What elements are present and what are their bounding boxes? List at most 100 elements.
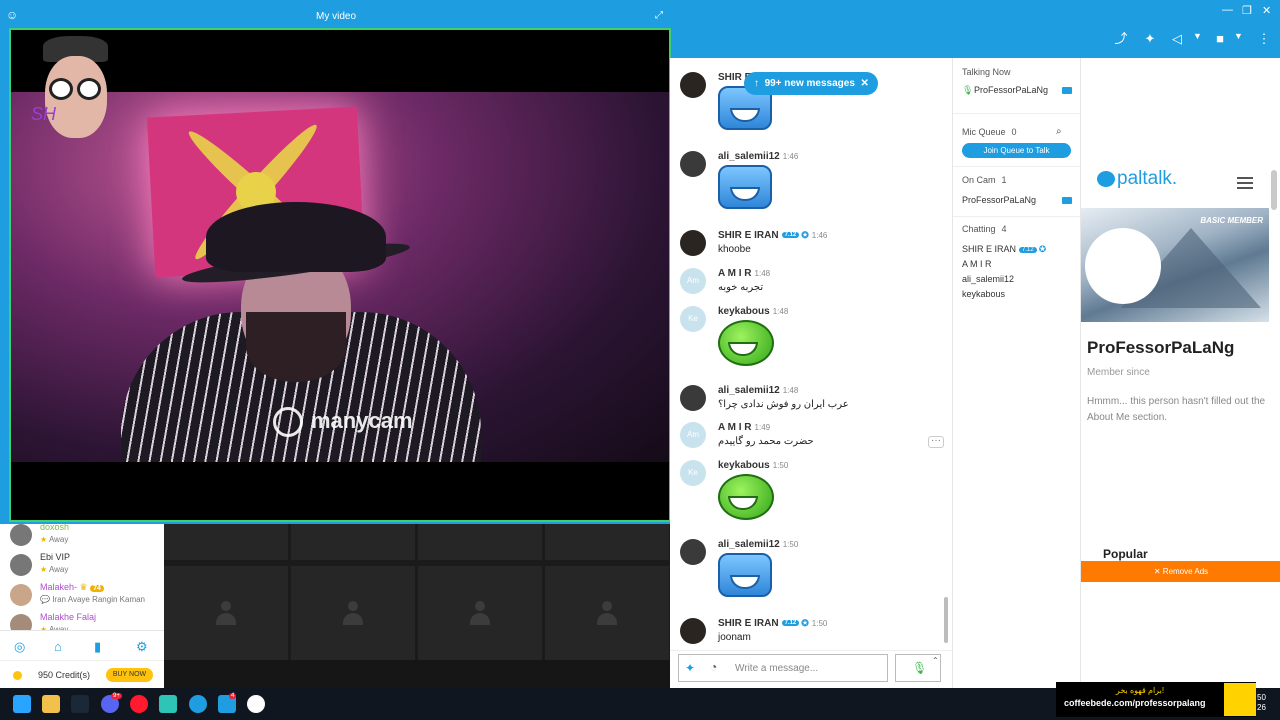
message-text: عرب ایران رو فوش ندادی چرا؟ xyxy=(718,399,849,410)
join-queue-button[interactable]: Join Queue to Talk xyxy=(962,143,1071,158)
avatar[interactable]: Ke xyxy=(680,306,706,332)
chatting-user[interactable]: ali_salemii12 xyxy=(962,274,1014,284)
windows-start-icon[interactable] xyxy=(13,695,31,713)
cam-slot[interactable] xyxy=(545,566,669,660)
empty-cam-person-icon xyxy=(342,601,364,625)
profile-panel: paltalk. BASIC MEMBER ProFessorPaLaNg Me… xyxy=(1080,58,1280,688)
chatting-user[interactable]: keykabous xyxy=(962,289,1005,299)
chatting-heading: Chatting 4 xyxy=(962,224,1007,234)
message-author[interactable]: SHIR E IRAN 7.12 ✪ 1:50 xyxy=(718,618,827,629)
file-explorer-icon[interactable] xyxy=(42,695,60,713)
chatting-user[interactable]: SHIR E IRAN 7.12 ✪ xyxy=(962,244,1046,255)
message-author[interactable]: ali_salemii12 1:48 xyxy=(718,385,798,396)
on-cam-heading: On Cam 1 xyxy=(962,175,1007,185)
chatting-user[interactable]: A M I R xyxy=(962,259,992,269)
chat-bubble-icon: 💬 xyxy=(40,595,50,604)
avatar[interactable] xyxy=(680,72,706,98)
gift-icon[interactable]: ✦ xyxy=(1140,30,1160,48)
message-author[interactable]: A M I R 1:48 xyxy=(718,268,770,279)
chrome-icon[interactable] xyxy=(247,695,265,713)
leaderboard-icon[interactable]: ▮ xyxy=(94,639,101,655)
avatar[interactable] xyxy=(680,618,706,644)
steam-icon[interactable] xyxy=(71,695,89,713)
avatar[interactable] xyxy=(680,385,706,411)
cam-slot[interactable] xyxy=(291,520,415,560)
cam-slot[interactable] xyxy=(164,566,288,660)
message-input[interactable] xyxy=(735,658,885,678)
user-list-item[interactable]: Malakeh- ♛ 74 💬 Iran Avaye Rangin Kaman xyxy=(10,582,160,612)
mic-button[interactable]: 🎙 ⌃ xyxy=(895,654,941,682)
message-author[interactable]: ali_salemii12 1:50 xyxy=(718,539,798,550)
avatar[interactable] xyxy=(680,539,706,565)
cam-slot[interactable] xyxy=(418,566,542,660)
message-author[interactable]: SHIR E IRAN 7.12 ✪ 1:46 xyxy=(718,230,827,241)
gift-icon[interactable]: ✦ xyxy=(685,661,695,675)
paltalk-logo[interactable]: paltalk. xyxy=(1097,168,1177,190)
remove-ads-button[interactable]: ✕ Remove Ads xyxy=(1081,561,1280,582)
caricature-logo: SH xyxy=(23,36,118,146)
more-vertical-icon[interactable]: ⋮ xyxy=(1254,30,1274,48)
user-name: Malakeh- ♛ 74 xyxy=(40,582,104,593)
chevron-down-icon[interactable]: ▼ xyxy=(1193,31,1202,41)
membership-badge: BASIC MEMBER xyxy=(1200,216,1263,225)
empty-cam-person-icon xyxy=(469,601,491,625)
speaker-icon[interactable]: ◁ xyxy=(1167,30,1187,48)
avatar[interactable]: Ke xyxy=(680,460,706,486)
laughing-emoji-icon xyxy=(718,474,774,520)
camera-icon[interactable] xyxy=(1062,87,1072,94)
close-icon[interactable]: ✕ xyxy=(860,78,868,89)
user-list-item[interactable]: doxosh ★ Away xyxy=(10,522,160,552)
message-author[interactable]: keykabous 1:50 xyxy=(718,460,788,471)
my-video-window[interactable]: ☺ My video ⤢ manycam SH xyxy=(0,5,672,524)
profile-scrollbar[interactable] xyxy=(1271,170,1277,210)
cam-slot[interactable] xyxy=(164,520,288,560)
user-name: Malakhe Falaj xyxy=(40,612,97,622)
opera-icon[interactable] xyxy=(130,695,148,713)
hamburger-menu-icon[interactable] xyxy=(1237,177,1253,189)
talking-user[interactable]: ProFessorPaLaNg xyxy=(974,85,1048,95)
mic-queue-heading: Mic Queue 0 xyxy=(962,127,1017,137)
camera-icon[interactable]: ■ xyxy=(1210,30,1230,48)
home-icon[interactable]: ⌂ xyxy=(54,639,62,654)
camera-icon[interactable] xyxy=(1062,197,1072,204)
chevron-down-icon[interactable]: ▼ xyxy=(1234,31,1243,41)
message-author[interactable]: ali_salemii12 1:46 xyxy=(718,151,798,162)
cam-slot[interactable] xyxy=(545,520,669,560)
avatar[interactable]: Am xyxy=(680,268,706,294)
close-window-icon[interactable]: ✕ xyxy=(1262,4,1271,17)
message-author[interactable]: keykabous 1:48 xyxy=(718,306,788,317)
user-status: ★ Away xyxy=(40,535,69,544)
avatar[interactable]: Am xyxy=(680,422,706,448)
coffee-ad-overlay[interactable]: برام قهوه بخر! coffeebede.com/professorp… xyxy=(1056,682,1256,717)
user-list-item[interactable]: Ebi VIP ★ Away xyxy=(10,552,160,582)
cam-slot[interactable] xyxy=(418,520,542,560)
laughing-emoji-icon xyxy=(718,553,772,597)
message-author[interactable]: A M I R 1:49 xyxy=(718,422,770,433)
user-status: ★ Away xyxy=(40,565,69,574)
sticker-icon[interactable]: ◔ xyxy=(710,660,717,674)
buy-now-button[interactable]: BUY NOW xyxy=(106,668,153,682)
notification-badge: 9+ xyxy=(111,693,122,699)
app-icon[interactable] xyxy=(159,695,177,713)
credits-bar: 950 Credit(s) BUY NOW xyxy=(0,660,164,688)
share-icon[interactable]: ⤴ xyxy=(1111,30,1131,48)
message-options-icon[interactable]: ··· xyxy=(928,436,944,448)
system-clock[interactable]: 50 26 xyxy=(1257,693,1266,713)
on-cam-user[interactable]: ProFessorPaLaNg xyxy=(962,195,1036,205)
talking-now-heading: Talking Now xyxy=(962,67,1011,77)
maximize-icon[interactable]: ❐ xyxy=(1242,4,1252,17)
settings-gear-icon[interactable]: ⚙ xyxy=(136,639,148,655)
popout-icon[interactable]: ⤢ xyxy=(655,10,663,21)
paltalk-taskbar-icon[interactable] xyxy=(189,695,207,713)
cam-slot[interactable] xyxy=(291,566,415,660)
minimize-icon[interactable]: — xyxy=(1222,4,1233,16)
search-icon[interactable]: ⌕ xyxy=(1056,126,1062,137)
video-feed[interactable]: manycam SH xyxy=(9,28,671,522)
compass-icon[interactable]: ◎ xyxy=(14,639,25,655)
chat-scrollbar[interactable] xyxy=(944,597,948,643)
new-messages-button[interactable]: ↑ 99+ new messages ✕ xyxy=(744,72,878,95)
message-composer: ✦ ◔ 🎙 ⌃ xyxy=(670,650,952,688)
avatar[interactable] xyxy=(680,230,706,256)
chevron-up-icon[interactable]: ⌃ xyxy=(932,656,939,665)
avatar[interactable] xyxy=(680,151,706,177)
